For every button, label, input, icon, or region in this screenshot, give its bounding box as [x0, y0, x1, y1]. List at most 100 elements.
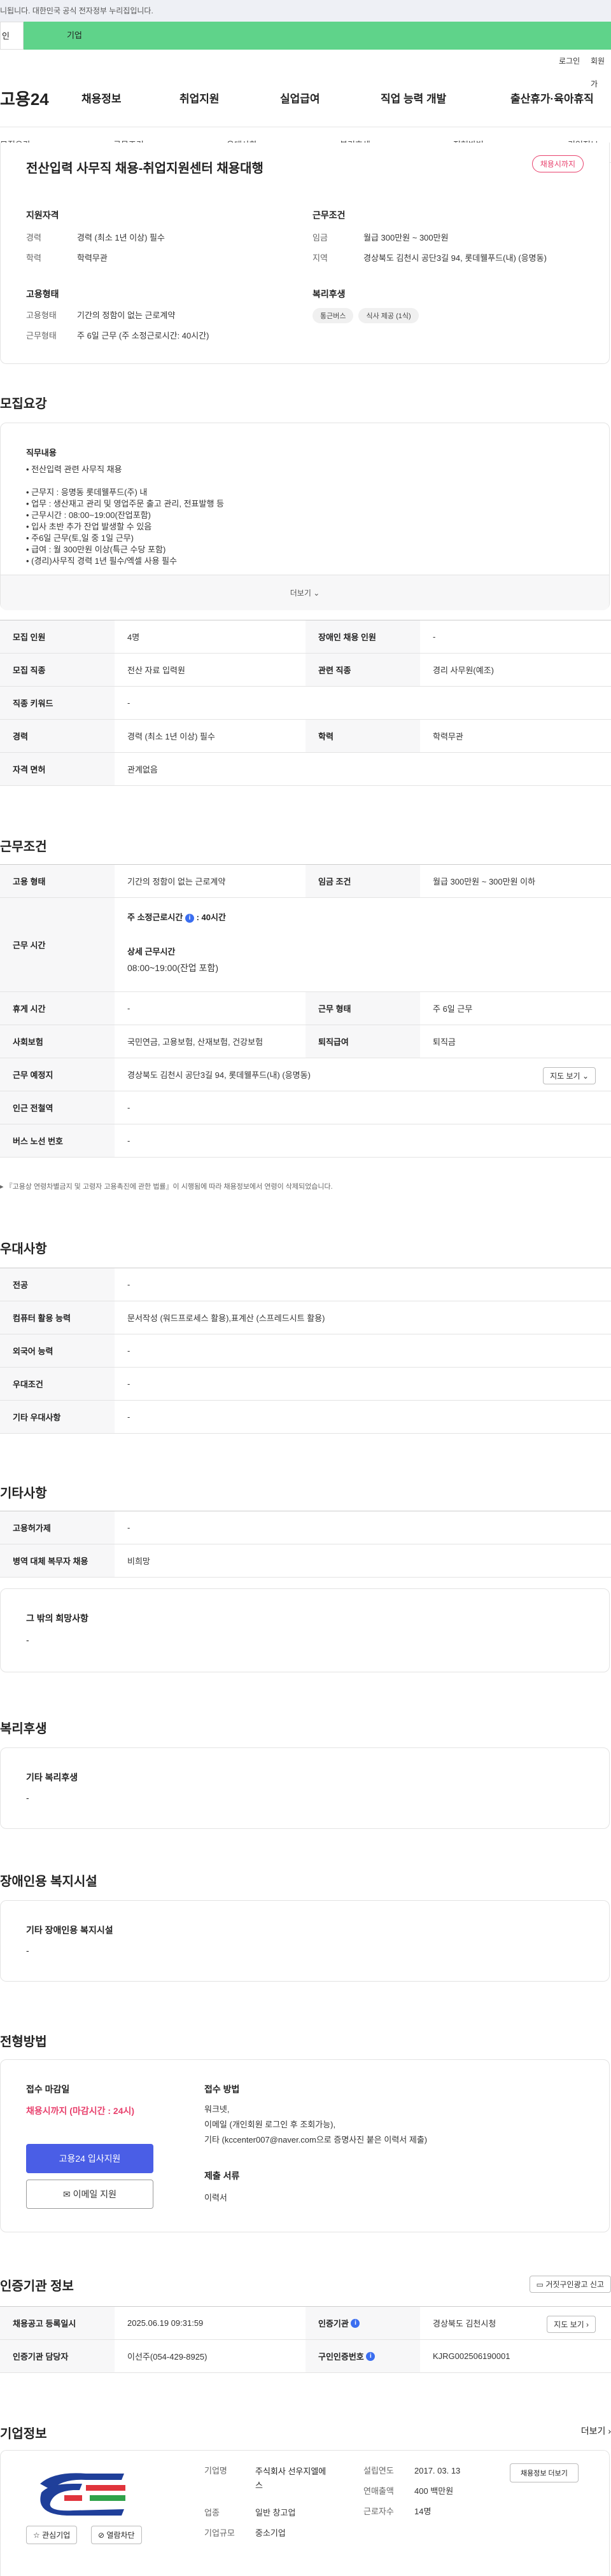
emp-type: 고용형태 기간의 정함이 없는 근로계약 — [26, 311, 176, 320]
disab-title: 기타 장애인용 복지시설 — [26, 1925, 113, 1935]
interest-button[interactable]: ☆ 관심기업 — [26, 2526, 78, 2544]
docs-title: 제출 서류 — [204, 2171, 240, 2181]
table-row: 근무 예정지 경상북도 김천시 공단3길 94, 롯데웰푸드(내) (응명동) 지도… — [0, 1058, 611, 1091]
gov-notice: 니됩니다. 대한민국 공식 전자정부 누리집입니다. — [0, 0, 611, 22]
gnb-item-jobs[interactable]: 채용정보 — [81, 87, 122, 112]
info-icon[interactable]: i — [185, 913, 194, 923]
mail-icon: ✉ — [63, 2189, 71, 2199]
block-button[interactable]: ⊘ 열람차단 — [91, 2526, 142, 2544]
wish-card: 그 밖의 희망사항 - — [0, 1588, 610, 1672]
table-row: 고용허가제 - — [0, 1511, 611, 1544]
method-text: 워크넷, 이메일 (개인회원 로그인 후 조회가능), 기타 (kccenter00… — [204, 2104, 428, 2145]
pref-table: 전공 - 컴퓨터 활용 능력 문서작성 (워드프로세스 활용),표계산 (스프레드시… — [0, 1268, 611, 1434]
deadline-value: 채용시까지 (마감시간 : 24시) — [26, 2106, 135, 2116]
table-row: 모집 인원 4명 장애인 채용 인원 - — [0, 620, 611, 654]
utility-bar: 로그인 회원가 — [0, 50, 611, 88]
block-icon: ⊘ — [98, 2531, 105, 2540]
company-founded: 설립연도 2017. 03. 13 — [363, 2466, 461, 2475]
chevron-right-icon: › — [586, 2320, 589, 2329]
chevron-down-icon: ⌄ — [313, 589, 320, 598]
table-row: 고용 형태 기간의 정함이 없는 근로계약 임금 조건 월급 300만원 ~ 300만… — [0, 865, 611, 898]
detail-hours-label: 상세 근무시간 — [127, 947, 176, 956]
global-nav: 고용24 채용정보 취업지원 실업급여 직업 능력 개발 출산휴가·육아휴직 — [0, 73, 611, 127]
company-revenue: 연매출액 400 백만원 — [363, 2486, 454, 2496]
table-row: 채용공고 등록일시 2025.06.19 09:31:59 인증기관 i 경상북도 김… — [0, 2307, 611, 2340]
info-icon[interactable]: i — [351, 2318, 360, 2328]
welfare-heading: 복리후생 — [313, 289, 346, 299]
company-logo — [29, 2465, 137, 2519]
site-logo[interactable]: 고용24 — [0, 87, 49, 112]
emp-heading: 고용형태 — [26, 289, 59, 299]
method-title: 접수 방법 — [204, 2084, 240, 2094]
gnb-item-training[interactable]: 직업 능력 개발 — [381, 87, 446, 112]
map-view-button[interactable]: 지도 보기 ⌄ — [543, 1067, 596, 1084]
work-table: 고용 형태 기간의 정함이 없는 근로계약 임금 조건 월급 300만원 ~ 300만… — [0, 864, 611, 1158]
job-title: 전산입력 사무직 채용-취업지원센터 채용대행 — [26, 162, 263, 176]
table-row: 자격 면허 관계없음 — [0, 753, 611, 786]
email-apply-button[interactable]: ✉ 이메일 지원 — [26, 2180, 153, 2209]
welfare-title: 기타 복리후생 — [26, 1772, 78, 1782]
process-card: 접수 마감일 채용시까지 (마감시간 : 24시) 고용24 입사지원 ✉ 이메… — [0, 2059, 610, 2232]
welfare-value: - — [26, 1793, 29, 1803]
table-row: 외국어 능력 - — [0, 1334, 611, 1368]
welfare-chips: 통근버스 식사 제공 (1식) — [313, 308, 424, 323]
disab-value: - — [26, 1945, 29, 1956]
welfare-card: 기타 복리후생 - — [0, 1747, 610, 1829]
table-row: 전공 - — [0, 1268, 611, 1301]
info-icon[interactable]: i — [366, 2351, 376, 2361]
company-jobs-button[interactable]: 채용정보 더보기 — [510, 2463, 579, 2482]
cond-location: 지역 경상북도 김천시 공단3길 94, 롯데웰푸드(내) (응명동) — [313, 253, 547, 263]
desc-title: 직무내용 — [26, 448, 57, 458]
apply-button[interactable]: 고용24 입사지원 — [26, 2144, 153, 2173]
deadline-badge: 채용시까지 — [531, 155, 584, 172]
table-row: 휴게 시간 - 근무 형태 주 6일 근무 — [0, 992, 611, 1025]
table-row: 인근 전철역 - — [0, 1091, 611, 1124]
disab-card: 기타 장애인용 복지시설 - — [0, 1900, 610, 1982]
cond-wage: 임금 월급 300만원 ~ 300만원 — [313, 233, 449, 242]
docs-value: 이력서 — [204, 2193, 227, 2202]
wish-title: 그 밖의 희망사항 — [26, 1613, 88, 1623]
cert-table: 채용공고 등록일시 2025.06.19 09:31:59 인증기관 i 경상북도 김… — [0, 2306, 611, 2373]
recruit-heading: 모집요강 — [0, 397, 47, 411]
cond-heading: 근무조건 — [313, 210, 346, 220]
gnb-item-parental-leave[interactable]: 출산휴가·육아휴직 — [510, 87, 594, 112]
wish-value: - — [26, 1635, 29, 1645]
deadline-title: 접수 마감일 — [26, 2084, 70, 2094]
company-heading: 기업정보 — [0, 2427, 47, 2441]
table-row: 직종 키워드 - — [0, 687, 611, 720]
etc-table: 고용허가제 - 병역 대체 복무자 채용 비희망 — [0, 1511, 611, 1578]
job-summary-card: 전산입력 사무직 채용-취업지원센터 채용대행 채용시까지 지원자격 경력 경력 … — [0, 143, 610, 364]
welfare2-heading: 복리후생 — [0, 1722, 47, 1736]
login-link[interactable]: 로그인 — [559, 50, 580, 73]
map-view-button[interactable]: 지도 보기 › — [547, 2316, 596, 2333]
table-row: 기타 우대사항 - — [0, 1401, 611, 1434]
company-employees: 근로자수 14명 — [363, 2507, 432, 2516]
gnb-item-employment-support[interactable]: 취업지원 — [179, 87, 220, 112]
chevron-down-icon: ⌄ — [582, 1072, 589, 1081]
gnb-item-unemployment[interactable]: 실업급여 — [280, 87, 320, 112]
table-row: 사회보험 국민연금, 고용보험, 산재보험, 건강보험 퇴직급여 퇴직금 — [0, 1025, 611, 1058]
process-heading: 전형방법 — [0, 2035, 47, 2049]
qual-career: 경력 경력 (최소 1년 이상) 필수 — [26, 233, 165, 242]
tab-individual[interactable]: 인 — [0, 22, 24, 50]
table-row: 우대조건 - — [0, 1368, 611, 1401]
table-row: 근무 시간 주 소정근로시간 i : 40시간 상세 근무시간 08:00~19… — [0, 898, 611, 992]
company-more-link[interactable]: 더보기 › — [581, 2425, 611, 2437]
recruit-table: 모집 인원 4명 장애인 채용 인원 - 모집 직종 전산 자료 입력원 관련 직종 경리 … — [0, 620, 611, 786]
company-size: 기업규모 중소기업 — [204, 2528, 286, 2538]
company-name: 기업명 주식회사 선우지엘에스 — [204, 2466, 327, 2490]
notice-text: 니됩니다. 대한민국 공식 전자정부 누리집입니다. — [0, 6, 153, 15]
qual-heading: 지원자격 — [26, 210, 59, 220]
document-icon: ▭ — [536, 2280, 544, 2289]
etc-heading: 기타사항 — [0, 1487, 47, 1501]
more-button[interactable]: 더보기 ⌄ — [1, 575, 609, 610]
report-button[interactable]: ▭ 거짓구인광고 신고 — [529, 2276, 611, 2293]
cert-heading: 인증기관 정보 — [0, 2279, 74, 2293]
qual-education: 학력 학력무관 — [26, 253, 108, 263]
pref-heading: 우대사항 — [0, 1242, 47, 1256]
table-row: 인증기관 담당자 이선주(054-429-8925) 구인인증번호 i KJRG002… — [0, 2340, 611, 2373]
desc-text: • 전산입력 관련 사무직 채용 • 근무지 : 응명동 롯데웰푸드(주) 내 • … — [26, 465, 225, 566]
user-type-tabs: 인 기업 — [0, 22, 611, 50]
tab-enterprise[interactable]: 기업 — [24, 22, 611, 50]
table-row: 경력 경력 (최소 1년 이상) 필수 학력 학력무관 — [0, 720, 611, 753]
